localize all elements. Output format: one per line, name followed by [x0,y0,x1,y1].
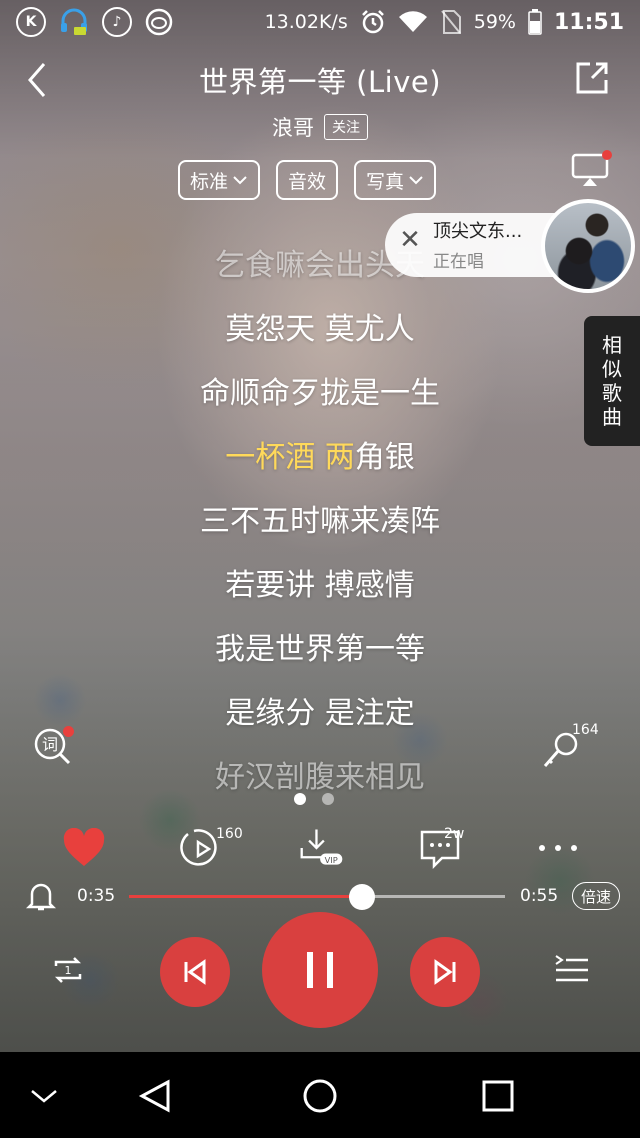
home-circle-icon[interactable] [300,1076,340,1116]
lyric-line-current: 一杯酒 两角银 [0,422,640,486]
similar-tab-char: 相 [602,333,622,357]
more-icon [539,845,577,851]
chevron-down-icon [233,176,247,185]
lyric-sung-part: 一杯酒 两 [225,440,355,475]
mic-count: 164 [572,722,599,738]
previous-button[interactable] [160,937,230,1007]
close-icon[interactable]: ✕ [397,227,423,253]
photo-label: 写真 [366,170,405,193]
lyrics-panel[interactable]: 乞食嘛会出头天 莫怨天 莫尤人 命顺命歹拢是一生 一杯酒 两角银 三不五时嘛来凑… [0,230,640,806]
net-speed: 13.02K/s [264,11,348,33]
lyric-line: 莫怨天 莫尤人 [225,312,415,347]
heart-icon [63,828,105,866]
lyric-line: 三不五时嘛来凑阵 [200,504,440,539]
weibo-icon [145,8,173,36]
system-nav-bar [0,1052,640,1138]
similar-tab-char: 曲 [602,405,622,429]
battery-percent: 59% [473,11,516,33]
progress-slider[interactable] [129,884,505,910]
page-indicator [294,793,334,805]
more-button[interactable] [534,822,582,874]
repeat-icon[interactable]: 1 [50,952,86,988]
bell-icon[interactable] [26,880,56,912]
lyric-notification-dot [63,726,74,737]
page-dot-active [294,793,306,805]
mode-selector-row: 标准 音效 写真 [178,160,437,200]
photo-selector[interactable]: 写真 [354,160,437,200]
similar-tab-char: 似 [602,357,622,381]
follow-button[interactable]: 关注 [324,114,368,140]
battery-icon [528,9,542,35]
status-right-icons: 13.02K/s 59% 11:51 [265,9,624,35]
effects-button[interactable]: 音效 [276,160,339,200]
lyric-remaining-part: 角银 [354,440,415,475]
clock: 11:51 [553,9,624,35]
like-button[interactable] [60,822,108,874]
chevron-down-icon[interactable] [24,1076,64,1116]
cast-button[interactable] [570,150,612,188]
recents-square-icon[interactable] [478,1076,518,1116]
current-time: 0:35 [77,886,116,906]
headset-icon [61,8,87,35]
similar-songs-tab[interactable]: 相 似 歌 曲 [584,316,640,446]
download-button[interactable]: VIP [298,822,346,874]
pause-button[interactable] [262,912,378,1028]
now-singing-name: 顶尖文东... [433,221,523,242]
next-button[interactable] [410,937,480,1007]
total-time: 0:55 [520,886,559,906]
k-app-icon: K [16,7,46,37]
action-row: 160 VIP 2w [0,822,640,878]
page-dot [322,793,334,805]
previous-icon [184,959,206,985]
chevron-down-icon [409,176,423,185]
artist-row: 浪哥 关注 [0,112,640,142]
now-singing-card[interactable]: ✕ 顶尖文东... 正在唱 [385,199,635,293]
back-icon[interactable] [22,60,52,100]
effects-label: 音效 [288,170,327,193]
progress-fill [129,895,363,898]
next-icon [434,959,456,985]
cast-notification-dot [602,150,612,160]
lyric-line: 我是世界第一等 [215,632,425,667]
lyric-line: 命顺命歹拢是一生 [200,376,440,411]
comment-count: 2w [444,826,465,842]
speed-button[interactable]: 倍速 [572,882,621,910]
lyric-line: 若要讲 搏感情 [225,568,415,603]
video-count: 160 [216,826,243,842]
playlist-icon[interactable] [554,952,590,986]
now-singing-text: 顶尖文东... 正在唱 [433,217,522,272]
clef-icon: ♪ [102,7,132,37]
vip-label: VIP [325,855,338,865]
wifi-icon [398,11,427,33]
artist-name[interactable]: 浪哥 [272,112,314,142]
svg-text:1: 1 [65,964,72,977]
no-sim-icon [440,10,461,34]
song-title: 世界第一等 (Live) [198,65,442,99]
now-singing-status: 正在唱 [433,252,484,272]
playback-controls: 1 [0,912,640,1032]
pause-icon [307,952,333,988]
avatar [541,199,635,293]
lyric-tool-button[interactable]: 词 [32,726,74,766]
download-vip-icon: VIP [300,829,343,865]
quality-selector[interactable]: 标准 [178,160,261,200]
status-bar: K ♪ 13.02K/s 59% 11:51 [0,0,640,44]
status-left-icons: K ♪ [16,7,174,37]
alarm-icon [361,10,384,34]
now-singing-avatar[interactable] [541,199,635,293]
similar-tab-char: 歌 [602,381,622,405]
lyric-button-label: 词 [42,735,58,754]
share-icon[interactable] [574,60,610,96]
back-triangle-icon[interactable] [136,1076,176,1116]
progress-knob[interactable] [349,884,376,910]
player-header: 世界第一等 (Live) [0,50,640,110]
quality-label: 标准 [190,170,229,193]
